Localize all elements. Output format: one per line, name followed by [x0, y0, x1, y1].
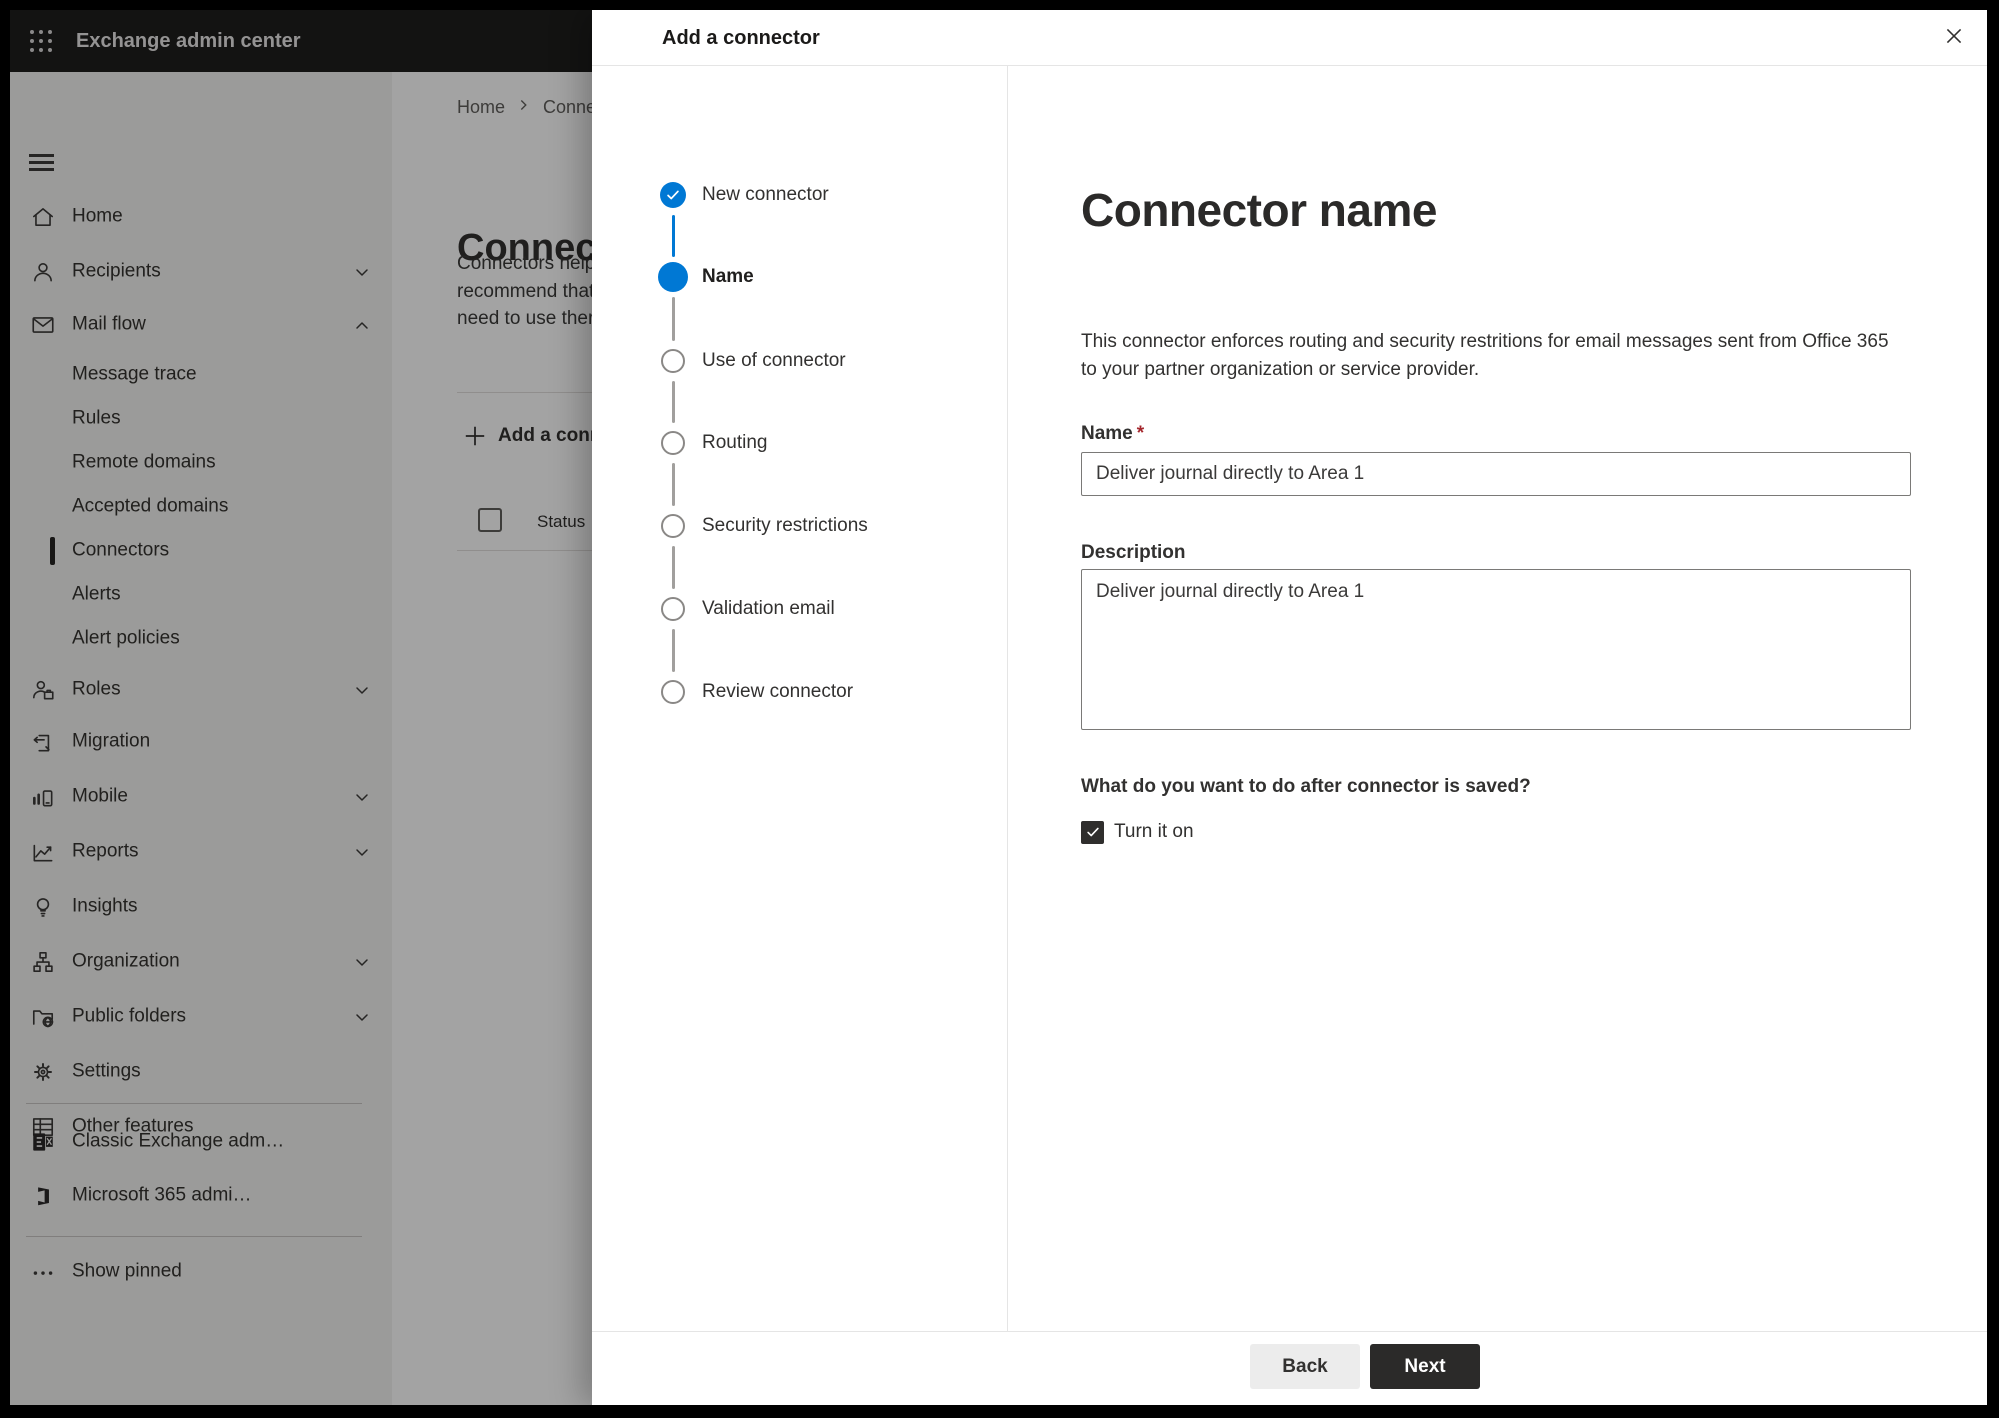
- step-label: New connector: [702, 184, 829, 205]
- add-connector-dialog: Add a connector New connector Name Use o…: [592, 10, 1987, 1405]
- step-connector-line: [671, 215, 675, 257]
- step-label: Routing: [702, 432, 768, 453]
- step-label: Review connector: [702, 681, 854, 702]
- after-save-question: What do you want to do after connector i…: [1081, 776, 1531, 797]
- dialog-header: Add a connector: [592, 10, 1987, 66]
- turn-it-on-label: Turn it on: [1114, 821, 1194, 842]
- step-upcoming-icon: [661, 680, 685, 704]
- step-connector-line: [671, 381, 675, 423]
- screenshot-frame: Exchange admin center Home Recipients Ma…: [0, 0, 1999, 1418]
- wizard-steps-panel: New connector Name Use of connector Rout…: [592, 66, 1008, 1331]
- step-label: Validation email: [702, 598, 835, 619]
- close-icon: [1943, 25, 1965, 52]
- step-label: Name: [702, 266, 754, 287]
- step-upcoming-icon: [661, 349, 685, 373]
- name-label-text: Name: [1081, 423, 1133, 444]
- name-field-label: Name *: [1081, 423, 1144, 445]
- dialog-title: Add a connector: [662, 27, 820, 49]
- step-connector-line: [671, 297, 675, 341]
- description-field-label: Description: [1081, 542, 1186, 563]
- content-description: This connector enforces routing and secu…: [1081, 328, 1889, 384]
- back-button[interactable]: Back: [1250, 1344, 1360, 1389]
- step-connector-line: [671, 546, 675, 589]
- name-input[interactable]: [1081, 452, 1911, 496]
- description-line: This connector enforces routing and secu…: [1081, 331, 1889, 352]
- step-label: Security restrictions: [702, 515, 868, 536]
- step-completed-icon: [660, 182, 686, 208]
- dialog-footer: Back Next: [592, 1331, 1987, 1405]
- step-upcoming-icon: [661, 597, 685, 621]
- description-textarea[interactable]: Deliver journal directly to Area 1: [1081, 569, 1911, 730]
- next-button[interactable]: Next: [1370, 1344, 1480, 1389]
- content-heading: Connector name: [1081, 184, 1437, 236]
- step-connector-line: [671, 463, 675, 506]
- turn-it-on-checkbox-row[interactable]: Turn it on: [1081, 820, 1194, 844]
- checkbox-checked-icon[interactable]: [1081, 820, 1104, 844]
- description-line: to your partner organization or service …: [1081, 359, 1480, 380]
- close-button[interactable]: [1935, 19, 1973, 57]
- step-upcoming-icon: [661, 514, 685, 538]
- required-asterisk: *: [1136, 423, 1145, 444]
- step-current-icon: [658, 262, 688, 292]
- exchange-admin-center: Exchange admin center Home Recipients Ma…: [10, 10, 1987, 1405]
- step-upcoming-icon: [661, 431, 685, 455]
- step-connector-line: [671, 629, 675, 672]
- step-label: Use of connector: [702, 350, 846, 371]
- wizard-content-panel: Connector name This connector enforces r…: [1008, 66, 1987, 1331]
